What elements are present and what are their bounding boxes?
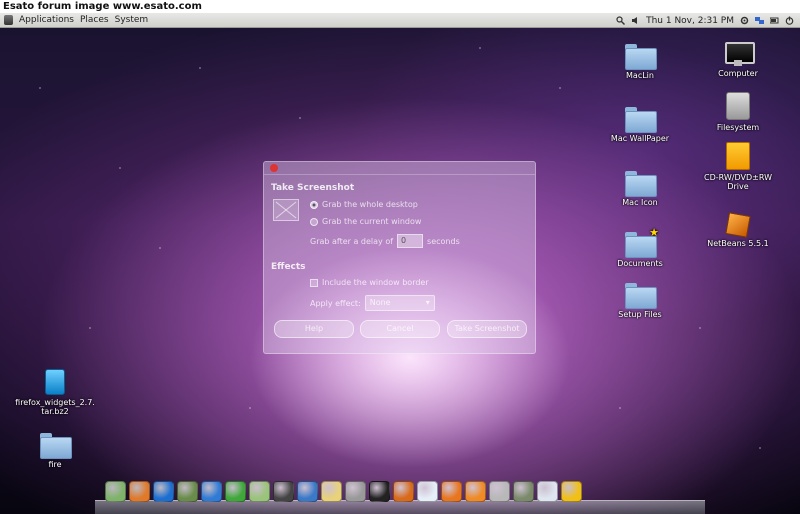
desktop-icon-cd-rw[interactable]: CD-RW/DVD±RW Drive — [698, 142, 778, 191]
dock-items — [105, 481, 582, 502]
gimp-icon[interactable] — [129, 481, 150, 502]
network-tool-icon[interactable] — [225, 481, 246, 502]
clock[interactable]: Thu 1 Nov, 2:31 PM — [646, 16, 734, 26]
option-whole-desktop[interactable]: Grab the whole desktop — [310, 200, 418, 209]
star-emblem-icon: ★ — [649, 226, 659, 239]
disc-burner-icon[interactable] — [249, 481, 270, 502]
distro-logo-icon[interactable] — [4, 15, 13, 25]
desktop-icon-netbeans[interactable]: NetBeans 5.5.1 — [698, 212, 778, 248]
trash-icon[interactable] — [489, 481, 510, 502]
desktop-icon-label: Mac Icon — [622, 198, 658, 207]
folder-icon — [625, 107, 657, 133]
take-screenshot-button[interactable]: Take Screenshot — [447, 320, 527, 338]
watermark-text: Esato forum image www.esato.com — [0, 0, 800, 13]
delay-unit: seconds — [427, 236, 460, 246]
desktop: MacLin Computer Filesystem Mac WallPaper… — [0, 28, 800, 514]
desktop-icon-mac-wallpaper[interactable]: Mac WallPaper — [600, 107, 680, 143]
optical-drive-icon — [726, 142, 750, 170]
option-label: Grab the whole desktop — [322, 200, 418, 209]
top-panel: Applications Places System Thu 1 Nov, 2:… — [0, 13, 800, 28]
checkbox-label: Include the window border — [322, 278, 429, 287]
cancel-button[interactable]: Cancel — [360, 320, 440, 338]
desktop-icon-mac-icon[interactable]: Mac Icon — [600, 171, 680, 207]
dialog-heading: Take Screenshot — [271, 183, 355, 193]
folder-icon — [625, 44, 657, 70]
delay-spinbox[interactable]: 0 — [397, 234, 424, 248]
camera-lens-icon[interactable] — [345, 481, 366, 502]
desktop-icon-label: Mac WallPaper — [610, 134, 670, 143]
desktop-icon-label: Computer — [718, 69, 758, 78]
apply-effect-dropdown[interactable]: None ▾ — [364, 295, 435, 311]
desktop-icon-setup-files[interactable]: Setup Files — [600, 283, 680, 319]
package-icon[interactable] — [393, 481, 414, 502]
text-document-icon[interactable] — [417, 481, 438, 502]
menu-places[interactable]: Places — [80, 15, 109, 25]
screenshot-app-icon — [273, 199, 299, 221]
writer-icon[interactable] — [153, 481, 174, 502]
desktop-icon-label: Setup Files — [618, 310, 662, 319]
desktop-icon-label: Documents — [617, 259, 663, 268]
desktop-icon-fire[interactable]: fire — [15, 433, 95, 469]
network-icon[interactable] — [755, 16, 764, 25]
include-border-option[interactable]: Include the window border — [310, 278, 429, 287]
apply-effect-label: Apply effect: — [310, 298, 361, 308]
delay-label: Grab after a delay of — [310, 236, 394, 246]
desktop-icon-maclin[interactable]: MacLin — [600, 44, 680, 80]
desktop-icon-label: NetBeans 5.5.1 — [707, 239, 769, 248]
settings-icon[interactable] — [740, 16, 749, 25]
chevron-down-icon: ▾ — [425, 298, 430, 307]
desktop-icon-label: firefox_widgets_2.7.tar.bz2 — [15, 398, 95, 416]
radio-button[interactable] — [310, 217, 318, 226]
desktop-icon-label: Filesystem — [716, 123, 760, 132]
option-current-window[interactable]: Grab the current window — [310, 217, 421, 226]
power-icon[interactable] — [785, 16, 794, 25]
media-player-icon[interactable] — [513, 481, 534, 502]
battery-charge-icon[interactable] — [561, 481, 582, 502]
desktop-icon-label: fire — [48, 460, 62, 469]
menu-applications[interactable]: Applications — [19, 15, 74, 25]
photo-icon[interactable] — [321, 481, 342, 502]
folder-icon — [625, 171, 657, 197]
radio-button[interactable] — [310, 200, 318, 209]
folder-icon — [625, 283, 657, 309]
firefox-browser-icon[interactable] — [465, 481, 486, 502]
option-label: Grab the current window — [322, 217, 422, 226]
dropdown-value: None — [369, 298, 391, 307]
desktop-icon-firefox-widgets[interactable]: firefox_widgets_2.7.tar.bz2 — [15, 369, 95, 416]
weather-icon[interactable] — [537, 481, 558, 502]
inkscape-icon[interactable] — [201, 481, 222, 502]
dialog-titlebar[interactable] — [264, 162, 535, 175]
folder-icon: ★ — [625, 226, 659, 258]
archive-file-icon — [45, 369, 65, 395]
checkbox[interactable] — [310, 278, 318, 287]
remote-desktop-icon[interactable] — [297, 481, 318, 502]
desktop-icon-label: MacLin — [626, 71, 654, 80]
desktop-icon-label: CD-RW/DVD±RW Drive — [704, 173, 772, 191]
apply-effect-row: Apply effect: None ▾ — [310, 295, 435, 311]
image-viewer-icon[interactable] — [105, 481, 126, 502]
battery-icon[interactable] — [769, 16, 779, 25]
dock-shelf — [95, 500, 705, 514]
calculator-icon[interactable] — [177, 481, 198, 502]
delay-row: Grab after a delay of 0 seconds — [310, 234, 460, 248]
terminal-icon[interactable] — [369, 481, 390, 502]
folder-icon — [40, 433, 72, 459]
desktop-icon-documents[interactable]: ★ Documents — [600, 226, 680, 268]
take-screenshot-dialog: Take Screenshot Grab the whole desktop G… — [263, 161, 536, 354]
menu-system[interactable]: System — [115, 15, 149, 25]
help-button[interactable]: Help — [274, 320, 354, 338]
search-icon[interactable] — [616, 16, 626, 25]
firefox-icon[interactable] — [441, 481, 462, 502]
dock — [95, 473, 705, 514]
display-icon[interactable] — [273, 481, 294, 502]
effects-heading: Effects — [271, 262, 306, 272]
desktop-icon-computer[interactable]: Computer — [698, 42, 778, 78]
close-icon[interactable] — [270, 164, 278, 172]
volume-icon[interactable] — [631, 16, 640, 25]
computer-icon — [725, 42, 755, 66]
netbeans-icon — [725, 212, 751, 238]
desktop-icon-filesystem[interactable]: Filesystem — [698, 92, 778, 132]
hard-drive-icon — [726, 92, 750, 120]
